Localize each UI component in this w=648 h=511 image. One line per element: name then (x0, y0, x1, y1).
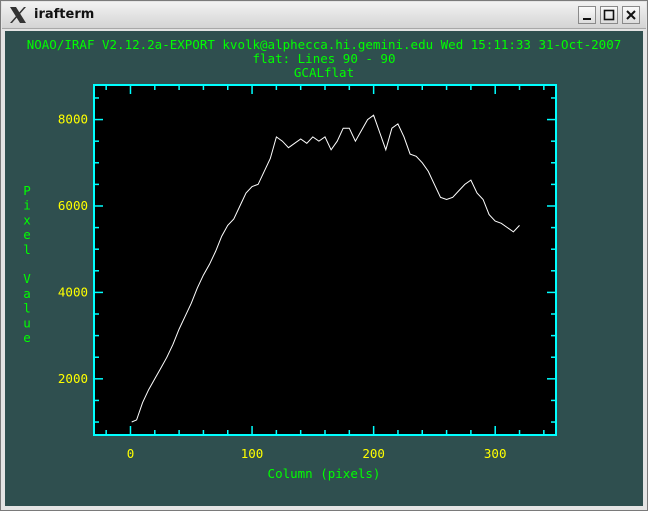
y-tick-labels: 2000 4000 6000 8000 (58, 112, 88, 386)
title-bar[interactable]: irafterm (2, 2, 646, 29)
y-axis-label-char: e (23, 330, 31, 345)
plot-subtitle: flat: Lines 90 - 90 (253, 51, 396, 66)
y-axis-label-char: P (23, 183, 31, 198)
graphics-terminal[interactable]: NOAO/IRAF V2.12.2a-EXPORT kvolk@alphecca… (5, 31, 643, 506)
x-logo-icon (10, 7, 26, 23)
minimize-icon (583, 18, 591, 20)
x-tick-label: 100 (241, 446, 264, 461)
y-axis-label-char: i (23, 198, 31, 213)
x-tick-label: 0 (127, 446, 135, 461)
y-tick-label: 8000 (58, 112, 88, 127)
minimize-button[interactable] (578, 6, 596, 24)
y-axis-label-char: u (23, 315, 31, 330)
y-axis-label-char: a (23, 286, 31, 301)
irafterm-window: irafterm NOAO/IRAF V2.12.2a-EXPORT kvolk… (0, 0, 648, 511)
x-axis-label: Column (pixels) (268, 466, 381, 481)
maximize-button[interactable] (600, 6, 618, 24)
y-axis-label-char: l (23, 242, 31, 257)
close-icon (626, 10, 636, 20)
y-axis-label-char: l (23, 301, 31, 316)
plot-title: GCALflat (294, 65, 354, 80)
x-tick-labels: 0 100 200 300 (127, 446, 507, 461)
y-tick-label: 4000 (58, 284, 88, 299)
plot-canvas: NOAO/IRAF V2.12.2a-EXPORT kvolk@alphecca… (23, 37, 622, 481)
maximize-icon (603, 9, 615, 21)
window-title: irafterm (34, 7, 95, 22)
x-tick-label: 200 (362, 446, 385, 461)
header-info-line: NOAO/IRAF V2.12.2a-EXPORT kvolk@alphecca… (27, 37, 622, 52)
y-tick-label: 6000 (58, 198, 88, 213)
x-tick-label: 300 (484, 446, 507, 461)
y-tick-label: 2000 (58, 371, 88, 386)
close-button[interactable] (622, 6, 640, 24)
y-axis-label: PixelValue (23, 183, 31, 345)
y-axis-label-char: V (23, 271, 31, 286)
y-axis-label-char: x (23, 212, 31, 227)
y-axis-label-char: e (23, 227, 31, 242)
